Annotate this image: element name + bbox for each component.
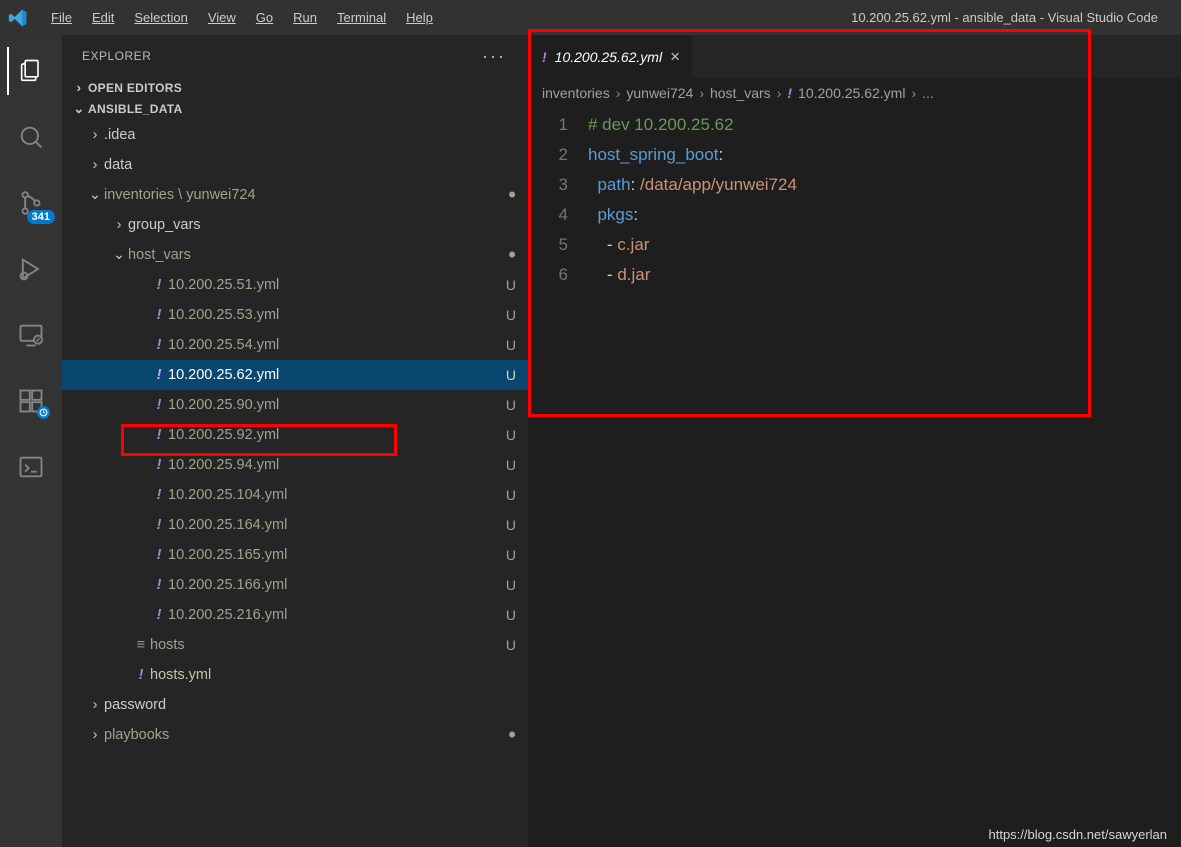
- scm-badge: 341: [27, 210, 55, 224]
- explorer-icon[interactable]: [7, 47, 55, 95]
- main-area: 341 EXPLORER ··· › OPEN EDITORS ⌄: [0, 35, 1181, 847]
- folder-playbooks[interactable]: ›playbooks•: [62, 720, 528, 750]
- close-icon[interactable]: ×: [670, 47, 680, 67]
- open-editors-section[interactable]: › OPEN EDITORS: [62, 77, 528, 98]
- extensions-icon[interactable]: [7, 377, 55, 425]
- file-item[interactable]: !10.200.25.90.ymlU: [62, 390, 528, 420]
- vscode-logo-icon: [8, 7, 30, 29]
- file-item[interactable]: !10.200.25.54.ymlU: [62, 330, 528, 360]
- menu-bar: File Edit Selection View Go Run Terminal…: [42, 6, 442, 29]
- file-item[interactable]: !10.200.25.104.ymlU: [62, 480, 528, 510]
- text-file-icon: ≡: [132, 637, 150, 653]
- folder-idea[interactable]: ›.idea: [62, 120, 528, 150]
- terminal-panel-icon[interactable]: [7, 443, 55, 491]
- file-hosts-yml[interactable]: !hosts.yml: [62, 660, 528, 690]
- yaml-file-icon: !: [542, 49, 547, 65]
- file-item[interactable]: !10.200.25.165.ymlU: [62, 540, 528, 570]
- file-item[interactable]: !10.200.25.53.ymlU: [62, 300, 528, 330]
- extensions-badge: [37, 406, 50, 419]
- file-tree: ›.idea ›data ⌄inventories \ yunwei724• ›…: [62, 120, 528, 847]
- file-item[interactable]: !10.200.25.166.ymlU: [62, 570, 528, 600]
- chevron-right-icon: ›: [70, 80, 88, 95]
- yaml-file-icon: !: [787, 85, 792, 101]
- tab-active[interactable]: ! 10.200.25.62.yml ×: [528, 35, 692, 78]
- file-item[interactable]: !10.200.25.216.ymlU: [62, 600, 528, 630]
- sidebar: EXPLORER ··· › OPEN EDITORS ⌄ ANSIBLE_DA…: [62, 35, 528, 847]
- folder-group-vars[interactable]: ›group_vars: [62, 210, 528, 240]
- code-lines[interactable]: # dev 10.200.25.62 host_spring_boot: pat…: [588, 110, 1181, 290]
- file-hosts[interactable]: ≡hostsU: [62, 630, 528, 660]
- sidebar-header: EXPLORER ···: [62, 35, 528, 77]
- root-section[interactable]: ⌄ ANSIBLE_DATA: [62, 98, 528, 120]
- breadcrumb[interactable]: inventories› yunwei724› host_vars› ! 10.…: [528, 78, 1181, 108]
- sidebar-more-icon[interactable]: ···: [482, 46, 506, 67]
- file-item[interactable]: !10.200.25.51.ymlU: [62, 270, 528, 300]
- code-editor[interactable]: 123456 # dev 10.200.25.62 host_spring_bo…: [528, 108, 1181, 290]
- sidebar-title: EXPLORER: [82, 49, 151, 63]
- folder-inventories[interactable]: ⌄inventories \ yunwei724•: [62, 180, 528, 210]
- menu-help[interactable]: Help: [397, 6, 442, 29]
- menu-edit[interactable]: Edit: [83, 6, 123, 29]
- menu-selection[interactable]: Selection: [125, 6, 196, 29]
- chevron-down-icon: ⌄: [70, 101, 88, 117]
- menu-terminal[interactable]: Terminal: [328, 6, 395, 29]
- menu-run[interactable]: Run: [284, 6, 326, 29]
- file-item-selected[interactable]: !10.200.25.62.ymlU: [62, 360, 528, 390]
- watermark-link: https://blog.csdn.net/sawyerlan: [989, 827, 1168, 842]
- remote-explorer-icon[interactable]: [7, 311, 55, 359]
- folder-data[interactable]: ›data: [62, 150, 528, 180]
- file-item[interactable]: !10.200.25.164.ymlU: [62, 510, 528, 540]
- run-debug-icon[interactable]: [7, 245, 55, 293]
- tab-label: 10.200.25.62.yml: [555, 49, 662, 65]
- editor-tabs: ! 10.200.25.62.yml ×: [528, 35, 1181, 78]
- titlebar: File Edit Selection View Go Run Terminal…: [0, 0, 1181, 35]
- editor-area: ! 10.200.25.62.yml × inventories› yunwei…: [528, 35, 1181, 847]
- menu-view[interactable]: View: [199, 6, 245, 29]
- folder-host-vars[interactable]: ⌄host_vars•: [62, 240, 528, 270]
- file-item[interactable]: !10.200.25.92.ymlU: [62, 420, 528, 450]
- activity-bar: 341: [0, 35, 62, 847]
- search-icon[interactable]: [7, 113, 55, 161]
- gutter: 123456: [528, 110, 588, 290]
- source-control-icon[interactable]: 341: [7, 179, 55, 227]
- file-item[interactable]: !10.200.25.94.ymlU: [62, 450, 528, 480]
- menu-go[interactable]: Go: [247, 6, 282, 29]
- folder-password[interactable]: ›password: [62, 690, 528, 720]
- window-title: 10.200.25.62.yml - ansible_data - Visual…: [851, 10, 1173, 25]
- menu-file[interactable]: File: [42, 6, 81, 29]
